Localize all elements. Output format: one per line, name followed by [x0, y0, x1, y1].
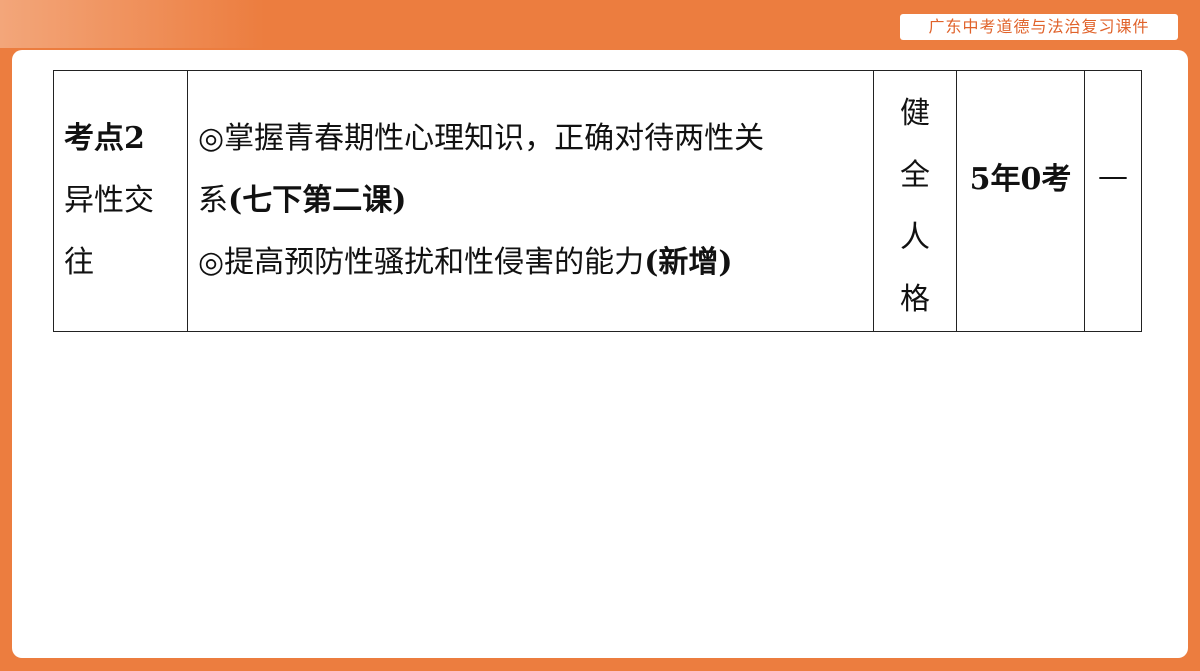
- requirement-line-3: ◎提高预防性骚扰和性侵害的能力(新增): [198, 232, 873, 294]
- topic-title-line2: 往: [64, 245, 94, 280]
- theme-char-3: 人: [900, 220, 930, 255]
- exam-topic-table: 考点2 异性交 往 ◎掌握青春期性心理知识，正确对待两性关 系(七下第二课) ◎…: [53, 70, 1142, 332]
- requirement-line-2-source: (七下第二课): [228, 183, 407, 218]
- requirement-line-2: 系(七下第二课): [198, 170, 873, 232]
- table-row: 考点2 异性交 往 ◎掌握青春期性心理知识，正确对待两性关 系(七下第二课) ◎…: [53, 70, 1142, 332]
- exam-count-cell: 5年0考: [956, 70, 1085, 332]
- requirement-line-3-source: (新增): [644, 245, 733, 280]
- course-badge: 广东中考道德与法治复习课件: [900, 14, 1178, 40]
- requirement-cell: ◎掌握青春期性心理知识，正确对待两性关 系(七下第二课) ◎提高预防性骚扰和性侵…: [187, 70, 874, 332]
- theme-char-2: 全: [900, 158, 930, 193]
- requirement-line-1: ◎掌握青春期性心理知识，正确对待两性关: [198, 121, 765, 156]
- theme-char-1: 健: [900, 96, 930, 131]
- requirement-line-2-text: 系: [198, 183, 228, 218]
- topic-cell: 考点2 异性交 往: [53, 70, 188, 332]
- theme-cell: 健 全 人 格: [873, 70, 957, 332]
- note-cell: —: [1084, 70, 1142, 332]
- requirement-line-3-text: ◎提高预防性骚扰和性侵害的能力: [198, 245, 645, 280]
- topic-title-line1: 异性交: [64, 183, 154, 218]
- theme-char-4: 格: [900, 282, 930, 317]
- topic-label: 考点2: [64, 121, 145, 156]
